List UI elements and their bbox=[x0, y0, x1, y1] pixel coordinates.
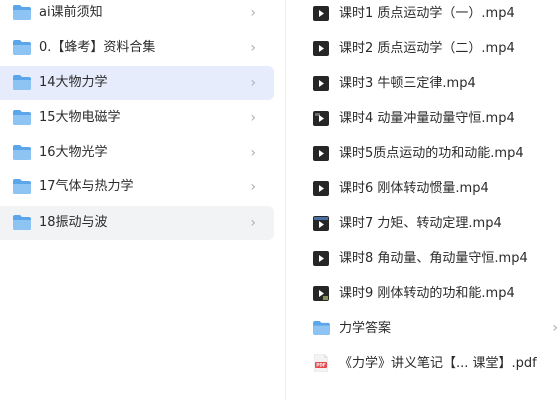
file-item-video[interactable]: 课时4 动量冲量动量守恒.mp4 bbox=[287, 101, 560, 136]
folder-item-label: 16大物光学 bbox=[39, 145, 108, 160]
video-file-icon bbox=[313, 6, 329, 21]
folder-icon bbox=[13, 215, 31, 230]
file-item-label: 课时8 角动量、角动量守恒.mp4 bbox=[339, 251, 528, 266]
folder-icon bbox=[13, 5, 31, 20]
video-file-icon bbox=[313, 146, 329, 161]
pdf-file-icon: PDF bbox=[314, 354, 328, 372]
file-list-pane: 课时1 质点运动学（一）.mp4 课时2 质点运动学（二）.mp4 课时3 牛顿… bbox=[287, 0, 560, 400]
file-item-video[interactable]: 课时7 力矩、转动定理.mp4 bbox=[287, 206, 560, 241]
video-thumbnail-icon bbox=[313, 111, 329, 126]
folder-item-ai-notice[interactable]: ai课前须知 › bbox=[0, 0, 274, 30]
folder-item-label: 18振动与波 bbox=[39, 215, 108, 230]
file-item-label: 课时2 质点运动学（二）.mp4 bbox=[339, 41, 515, 56]
folder-icon bbox=[13, 75, 31, 90]
folder-icon bbox=[13, 110, 31, 125]
file-item-label: 课时4 动量冲量动量守恒.mp4 bbox=[339, 111, 515, 126]
chevron-right-icon: › bbox=[250, 110, 256, 126]
chevron-right-icon: › bbox=[250, 40, 256, 56]
video-file-icon bbox=[313, 76, 329, 91]
file-item-label: 课时7 力矩、转动定理.mp4 bbox=[339, 216, 502, 231]
folder-item-label: 15大物电磁学 bbox=[39, 110, 121, 125]
file-item-pdf[interactable]: PDF 《力学》讲义笔记【... 课堂】.pdf bbox=[287, 346, 560, 381]
file-item-video[interactable]: 课时1 质点运动学（一）.mp4 bbox=[287, 0, 560, 31]
file-item-label: 课时6 刚体转动惯量.mp4 bbox=[339, 181, 489, 196]
video-thumbnail-icon bbox=[313, 286, 329, 301]
folder-item-mechanics[interactable]: 14大物力学 › bbox=[0, 66, 274, 100]
file-item-video[interactable]: 课时8 角动量、角动量守恒.mp4 bbox=[287, 241, 560, 276]
chevron-right-icon: › bbox=[250, 75, 256, 91]
folder-item-label: ai课前须知 bbox=[39, 5, 103, 20]
video-file-icon bbox=[313, 41, 329, 56]
folder-item-electromagnetism[interactable]: 15大物电磁学 › bbox=[0, 101, 274, 135]
file-item-label: 课时9 刚体转动的功和能.mp4 bbox=[339, 286, 515, 301]
folder-item-vibration-waves[interactable]: 18振动与波 › bbox=[0, 206, 274, 240]
video-file-icon bbox=[313, 181, 329, 196]
file-item-video[interactable]: 课时3 牛顿三定律.mp4 bbox=[287, 66, 560, 101]
folder-icon bbox=[13, 145, 31, 160]
chevron-right-icon: › bbox=[250, 215, 256, 231]
folder-icon bbox=[13, 179, 31, 194]
folder-icon bbox=[13, 40, 31, 55]
pdf-badge-text: PDF bbox=[316, 363, 326, 368]
chevron-right-icon: › bbox=[250, 179, 256, 195]
file-item-label: 课时1 质点运动学（一）.mp4 bbox=[339, 6, 515, 21]
file-item-video[interactable]: 课时6 刚体转动惯量.mp4 bbox=[287, 171, 560, 206]
video-file-icon bbox=[313, 251, 329, 266]
folder-icon bbox=[313, 321, 330, 335]
folder-item-label: 17气体与热力学 bbox=[39, 179, 134, 194]
file-item-video[interactable]: 课时9 刚体转动的功和能.mp4 bbox=[287, 276, 560, 311]
chevron-right-icon: › bbox=[552, 320, 558, 336]
folder-item-optics[interactable]: 16大物光学 › bbox=[0, 136, 274, 170]
folder-item-fengkao-materials[interactable]: 0.【蜂考】资料合集 › bbox=[0, 31, 274, 65]
folder-item-label: 0.【蜂考】资料合集 bbox=[39, 40, 156, 55]
file-item-video[interactable]: 课时5质点运动的功和动能.mp4 bbox=[287, 136, 560, 171]
folder-item-label: 14大物力学 bbox=[39, 75, 108, 90]
folder-list-pane: ai课前须知 › 0.【蜂考】资料合集 › 14大物力学 › 15大物电磁学 ›… bbox=[0, 0, 286, 400]
file-item-label: 课时3 牛顿三定律.mp4 bbox=[339, 76, 476, 91]
file-item-label: 力学答案 bbox=[339, 321, 392, 336]
chevron-right-icon: › bbox=[250, 145, 256, 161]
file-item-label: 《力学》讲义笔记【... 课堂】.pdf bbox=[339, 356, 537, 371]
file-item-label: 课时5质点运动的功和动能.mp4 bbox=[339, 146, 524, 161]
folder-item-mechanics-answers[interactable]: 力学答案 › bbox=[287, 311, 560, 346]
chevron-right-icon: › bbox=[250, 5, 256, 21]
file-item-video[interactable]: 课时2 质点运动学（二）.mp4 bbox=[287, 31, 560, 66]
folder-item-thermodynamics[interactable]: 17气体与热力学 › bbox=[0, 170, 274, 204]
video-thumbnail-icon bbox=[313, 216, 329, 231]
